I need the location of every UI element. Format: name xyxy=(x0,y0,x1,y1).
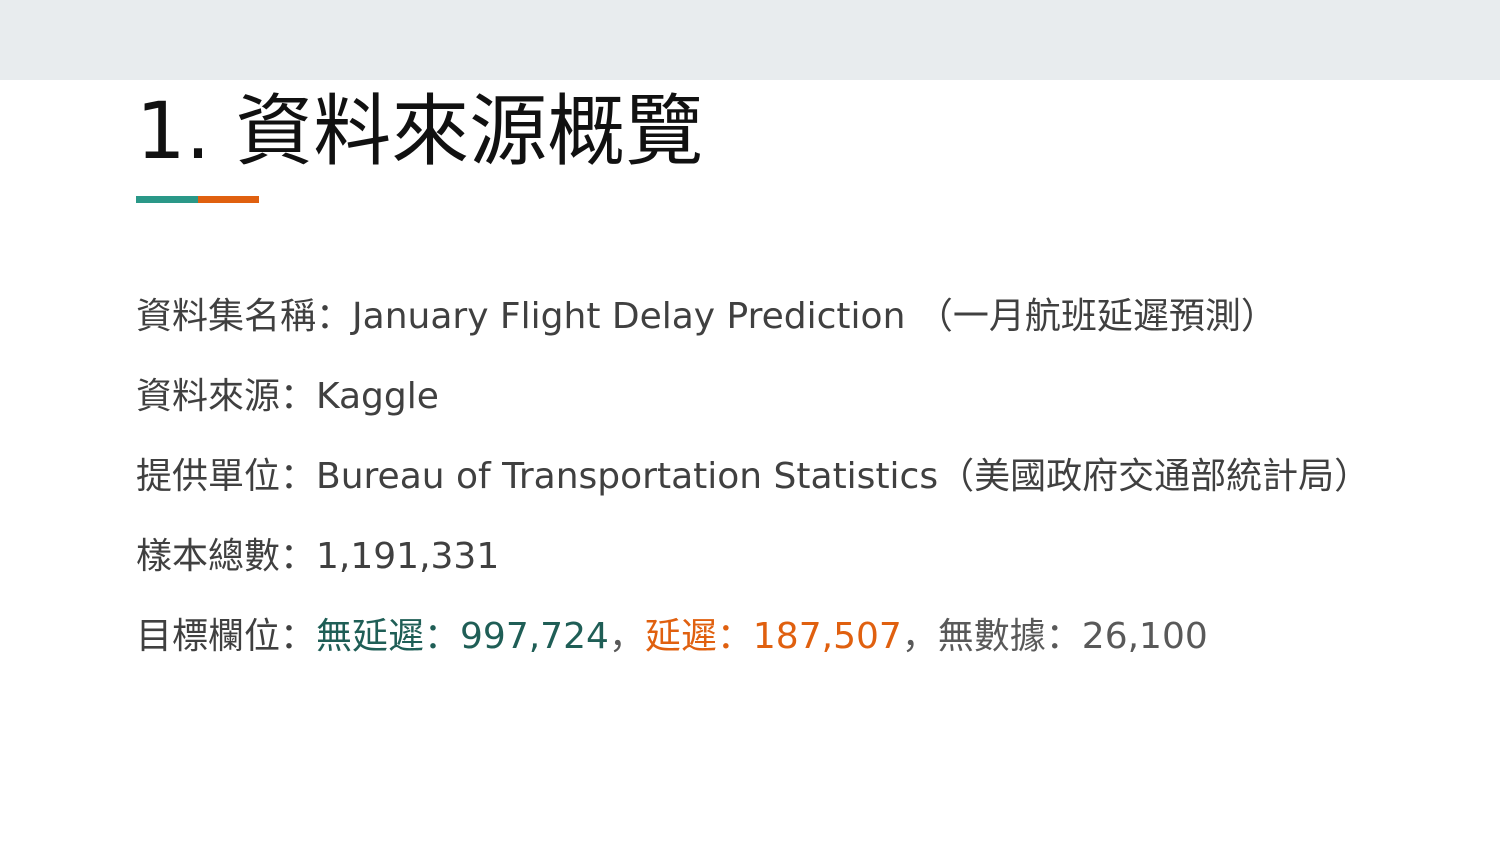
provider-line: 提供單位：Bureau of Transportation Statistics… xyxy=(136,446,1466,526)
sample-count-value: 1,191,331 xyxy=(316,536,500,577)
sample-count-label: 樣本總數： xyxy=(136,536,317,577)
data-source-line: 資料來源：Kaggle xyxy=(136,366,1466,446)
data-source-value: Kaggle xyxy=(316,376,439,417)
no-delay-count: 無延遲：997,724 xyxy=(316,616,609,657)
slide-title: 1. 資料來源概覽 xyxy=(136,87,704,177)
title-accent-bar xyxy=(136,196,259,203)
delay-count: 延遲：187,507 xyxy=(644,616,902,657)
accent-teal-segment xyxy=(136,196,198,203)
provider-value: Bureau of Transportation Statistics（美國政府… xyxy=(316,456,1371,497)
sample-count-line: 樣本總數：1,191,331 xyxy=(136,526,1466,606)
accent-orange-segment xyxy=(198,196,259,203)
target-field-line: 目標欄位：無延遲：997,724，延遲：187,507，無數據：26,100 xyxy=(136,606,1466,686)
provider-label: 提供單位： xyxy=(136,456,317,497)
no-data-count: 無數據：26,100 xyxy=(937,616,1208,657)
target-field-label: 目標欄位： xyxy=(136,616,317,657)
data-source-label: 資料來源： xyxy=(136,376,317,417)
header-band xyxy=(0,0,1500,80)
separator-1: ， xyxy=(608,616,645,657)
content-list: 資料集名稱：January Flight Delay Prediction （一… xyxy=(136,286,1466,686)
slide: 1. 資料來源概覽 資料集名稱：January Flight Delay Pre… xyxy=(0,0,1500,844)
dataset-name-value: January Flight Delay Prediction （一月航班延遲預… xyxy=(352,296,1277,337)
dataset-name-line: 資料集名稱：January Flight Delay Prediction （一… xyxy=(136,286,1466,366)
separator-2: ， xyxy=(901,616,938,657)
dataset-name-label: 資料集名稱： xyxy=(136,296,353,337)
